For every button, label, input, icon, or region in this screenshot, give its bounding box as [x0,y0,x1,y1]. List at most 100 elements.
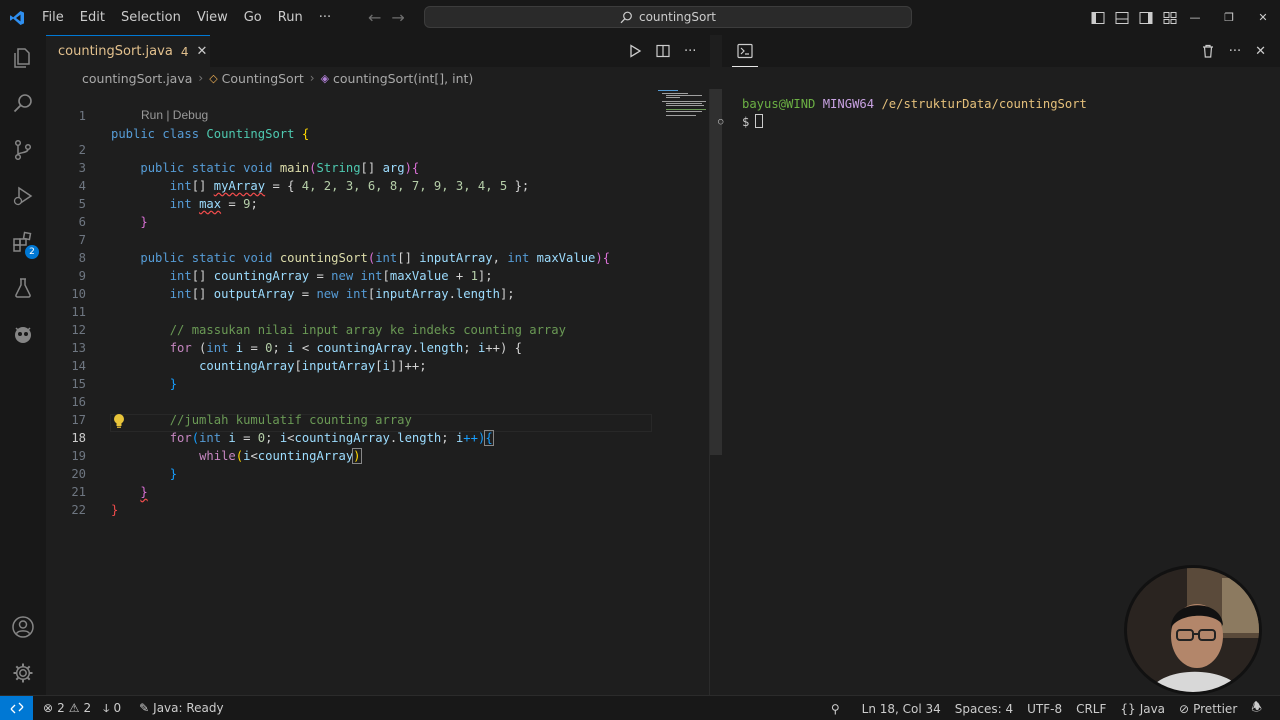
terminal-host: MINGW64 [822,97,875,111]
code-line-20: 20 } [46,447,710,499]
activity-bar: 2 [0,35,46,695]
code-line-17: 17 for(int i = 0; i<countingArray.length… [46,393,710,446]
terminal-tab[interactable] [732,35,758,67]
vscode-logo-icon [0,0,34,35]
ports-indicator[interactable]: ↆ 0 [97,696,127,720]
run-java-icon[interactable] [628,44,642,58]
close-terminal-icon[interactable]: ✕ [1255,44,1266,59]
trash-icon[interactable] [1201,44,1215,58]
forward-arrow-icon[interactable]: → [391,8,404,27]
breadcrumb-file[interactable]: countingSort.java [82,71,192,86]
menu-view[interactable]: View [189,0,236,35]
code-line-1: 1 public class CountingSort { [46,89,710,141]
breadcrumb-class[interactable]: CountingSort [222,71,304,86]
menu-go[interactable]: Go [236,0,270,35]
terminal-decoration-icon: ○ [718,117,724,127]
tab-label: countingSort.java [58,44,173,59]
menu-bar: File Edit Selection View Go Run ··· [34,0,339,35]
error-count: 2 [57,701,65,715]
code-line-16: 16 //jumlah kumulatif counting array [46,375,710,427]
terminal-user: bayus@WIND [742,97,816,111]
code-line-5: 5 } [46,177,710,229]
menu-selection[interactable]: Selection [113,0,189,35]
copilot-icon[interactable] [0,311,46,357]
terminal-cursor [755,114,764,128]
encoding[interactable]: UTF-8 [1021,696,1068,720]
notifications-bell-icon[interactable]: 🕭 [1245,696,1268,720]
warning-count: 2 [83,701,92,715]
java-status[interactable]: ✎ Java: Ready [133,696,230,720]
code-line-15: 15 [46,357,710,391]
close-window-icon[interactable]: ✕ [1246,11,1280,24]
menu-file[interactable]: File [34,0,72,35]
line-number: 22 [71,503,86,517]
prettier-status[interactable]: ⊘ Prettier [1173,696,1243,720]
terminal-icon [737,43,753,58]
terminal-actions: ··· ✕ [1201,35,1266,67]
search-view-icon[interactable] [0,81,46,127]
menu-run[interactable]: Run [270,0,311,35]
remote-indicator-icon[interactable] [0,695,33,720]
code-line-19: 19 } [46,429,710,481]
code-line-14: 14 } [46,339,710,391]
end-of-line[interactable]: CRLF [1070,696,1112,720]
cursor-position[interactable]: Ln 18, Col 34 [856,696,947,720]
command-center-search[interactable]: countingSort [424,6,912,28]
warning-icon: ⚠ [68,701,80,715]
back-arrow-icon[interactable]: ← [368,8,381,27]
language-label: Java [1139,701,1166,716]
accounts-icon[interactable] [0,604,46,650]
class-icon: ◇ [209,71,218,85]
presenter-image [1127,568,1259,692]
restore-icon[interactable]: ❐ [1212,11,1246,24]
customize-layout-icon[interactable] [1162,10,1178,26]
tab-problem-count: 4 [180,44,189,59]
indentation[interactable]: Spaces: 4 [949,696,1019,720]
menu-edit[interactable]: Edit [72,0,113,35]
toggle-secondary-sidebar-icon[interactable] [1138,10,1154,26]
source-control-icon[interactable] [0,127,46,173]
breadcrumb-method[interactable]: countingSort(int[], int) [333,71,473,86]
toggle-primary-sidebar-icon[interactable] [1090,10,1106,26]
code-line-8: 8 int[] countingArray = new int[maxValue… [46,231,710,283]
token: } [111,503,119,517]
menu-more[interactable]: ··· [311,0,339,35]
editor-actions: ··· [628,35,696,67]
breadcrumb: countingSort.java › ◇ CountingSort › ◈ c… [46,67,710,89]
editor-scrollbar[interactable] [710,89,722,455]
code-line-21: 21 } [46,465,710,517]
minimize-icon[interactable]: — [1178,11,1212,24]
chevron-right-icon: › [309,71,315,85]
terminal-header: ··· ✕ [722,35,1280,67]
code-editor[interactable]: Run | Debug 1 public class CountingSort … [46,89,710,695]
code-line-11: 11 // massukan nilai input array ke inde… [46,285,710,337]
testing-icon[interactable] [0,265,46,311]
method-icon: ◈ [320,71,330,85]
toggle-panel-icon[interactable] [1114,10,1130,26]
extensions-icon[interactable]: 2 [0,219,46,265]
tab-countingsort-java[interactable]: countingSort.java 4 ✕ [46,35,210,67]
settings-gear-icon[interactable] [0,650,46,696]
lightbulb-icon[interactable] [113,413,125,429]
status-bar: ⊗ 2 ⚠ 2 ↆ 0 ✎ Java: Ready ⚲ Ln 18, Col 3… [0,695,1280,720]
terminal-input-line: $ [742,113,764,131]
run-debug-icon[interactable] [0,173,46,219]
extensions-badge: 2 [25,245,39,259]
more-actions-icon[interactable]: ··· [684,44,696,59]
language-mode[interactable]: {} Java [1114,696,1171,720]
zoom-icon[interactable]: ⚲ [825,696,846,720]
split-editor-icon[interactable] [656,44,670,58]
terminal-more-icon[interactable]: ··· [1229,44,1241,59]
explorer-icon[interactable] [0,35,46,81]
close-tab-icon[interactable]: ✕ [196,44,207,59]
window-controls: — ❐ ✕ [1178,0,1280,35]
error-icon: ⊗ [43,701,54,715]
code-line-12: 12 for (int i = 0; i < countingArray.len… [46,303,710,355]
codelens-run-debug[interactable]: Run | Debug [141,107,208,124]
problems-indicator[interactable]: ⊗ 2 ⚠ 2 [37,696,97,720]
code-line-10: 10 [46,267,710,301]
terminal-prompt-line: bayus@WIND MINGW64 /e/strukturData/count… [742,95,1087,113]
search-icon [620,11,632,23]
code-line-18: 18 while(i<countingArray) [46,411,710,464]
code-line-9: 9 int[] outputArray = new int[inputArray… [46,249,710,301]
